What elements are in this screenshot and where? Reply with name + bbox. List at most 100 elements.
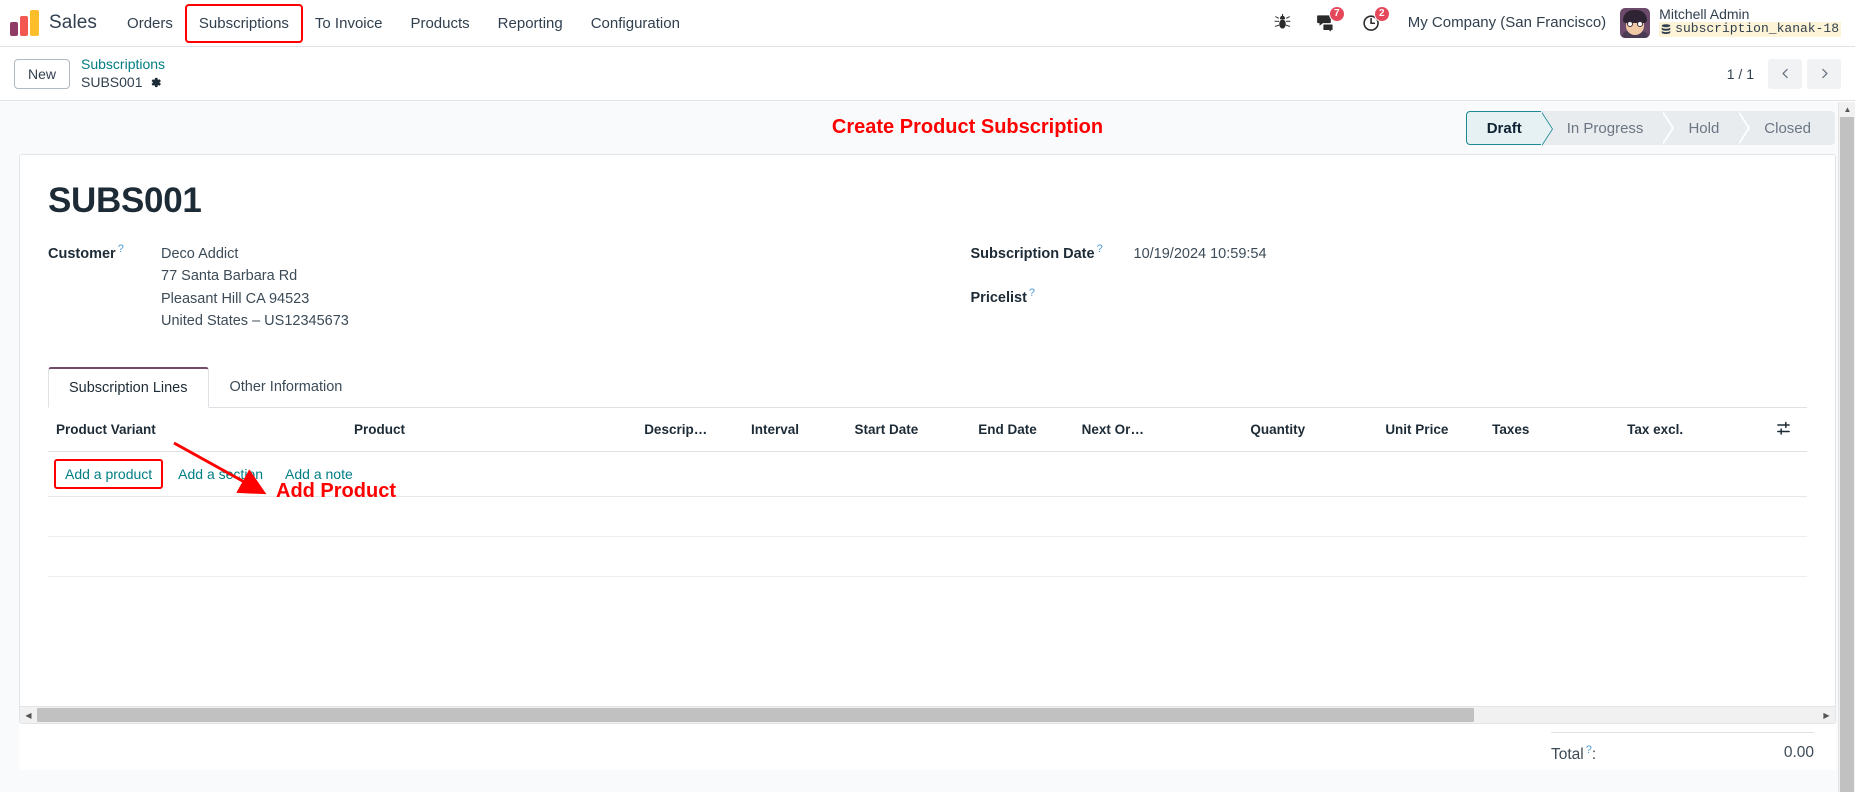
- status-stage-closed[interactable]: Closed: [1738, 111, 1835, 145]
- column-taxes[interactable]: Taxes: [1484, 407, 1620, 452]
- breadcrumb-current: SUBS001: [81, 73, 143, 90]
- vertical-scrollbar[interactable]: ▲: [1838, 102, 1855, 792]
- sales-bars-logo[interactable]: [10, 10, 40, 36]
- navbar-right: 7 2 My Company (San Francisco) Mitchell …: [1261, 6, 1841, 40]
- pager-label: 1 / 1: [1726, 65, 1754, 82]
- chevron-left-icon: [1781, 68, 1788, 79]
- total-value: 0.00: [1783, 744, 1814, 761]
- customer-address-line-1: 77 Santa Barbara Rd: [161, 268, 298, 285]
- total-label: Total?:: [1551, 744, 1597, 764]
- messages-icon[interactable]: 7: [1304, 6, 1349, 33]
- customer-address-line-2: Pleasant Hill CA 94523: [161, 290, 310, 307]
- form-columns: Customer? Deco Addict 77 Santa Barbara R…: [48, 243, 1807, 345]
- tooltip-icon[interactable]: ?: [1029, 287, 1035, 299]
- status-stage-in-progress[interactable]: In Progress: [1540, 111, 1675, 145]
- column-product[interactable]: Product: [346, 407, 637, 452]
- top-navbar: Sales Orders Subscriptions To Invoice Pr…: [0, 0, 1855, 47]
- column-settings-icon: [1776, 421, 1790, 435]
- notebook-tabs: Subscription Lines Other Information: [48, 366, 1807, 408]
- form-view-container: Create Product Subscription Draft In Pro…: [0, 102, 1855, 792]
- lines-table: Product Variant Product Descrip… Interva…: [48, 407, 1807, 617]
- total-row: Total?: 0.00: [1551, 733, 1814, 770]
- menu-item-subscriptions[interactable]: Subscriptions: [184, 3, 303, 43]
- user-name: Mitchell Admin: [1659, 5, 1750, 22]
- column-start-date[interactable]: Start Date: [846, 407, 971, 452]
- company-switcher[interactable]: My Company (San Francisco): [1394, 14, 1620, 31]
- field-subscription-date-value[interactable]: 10/19/2024 10:59:54: [1134, 243, 1267, 265]
- horizontal-scrollbar[interactable]: ◀ ▶: [20, 706, 1835, 723]
- column-tax-excluded[interactable]: Tax excl.: [1619, 407, 1760, 452]
- field-subscription-date-label: Subscription Date?: [970, 243, 1103, 262]
- column-end-date[interactable]: End Date: [970, 407, 1074, 452]
- avatar: [1620, 7, 1651, 38]
- tab-subscription-lines[interactable]: Subscription Lines: [48, 366, 209, 408]
- messages-badge: 7: [1328, 6, 1345, 23]
- column-description[interactable]: Descrip…: [636, 407, 744, 452]
- database-label: subscription_kanak-18: [1675, 20, 1839, 36]
- field-customer-value[interactable]: Deco Addict 77 Santa Barbara Rd Pleasant…: [161, 243, 349, 333]
- database-name: subscription_kanak-18: [1659, 20, 1841, 37]
- field-pricelist-label: Pricelist?: [970, 287, 1036, 307]
- scroll-right-arrow[interactable]: ▶: [1818, 706, 1835, 723]
- gear-icon[interactable]: [149, 76, 162, 89]
- tab-other-information[interactable]: Other Information: [209, 367, 364, 408]
- vertical-scroll-thumb[interactable]: [1840, 117, 1854, 792]
- field-customer-label: Customer?: [48, 243, 124, 262]
- user-menu[interactable]: Mitchell Admin subscription_kanak-18: [1620, 6, 1841, 40]
- bug-icon[interactable]: [1261, 14, 1304, 31]
- pager: 1 / 1: [1726, 58, 1841, 89]
- pager-next-button[interactable]: [1807, 58, 1841, 89]
- lines-table-header-row: Product Variant Product Descrip… Interva…: [48, 407, 1807, 452]
- page-title: SUBS001: [48, 181, 202, 220]
- horizontal-scroll-track[interactable]: [37, 706, 1818, 723]
- column-quantity[interactable]: Quantity: [1242, 407, 1378, 452]
- tooltip-icon[interactable]: ?: [118, 243, 124, 255]
- menu-item-reporting[interactable]: Reporting: [484, 9, 577, 38]
- app-name[interactable]: Sales: [49, 12, 97, 34]
- form-sheet: SUBS001 Customer? Deco Addict 77 Santa B…: [19, 154, 1836, 724]
- subscription-lines-list: Product Variant Product Descrip… Interva…: [48, 407, 1807, 617]
- chevron-right-icon: [1821, 68, 1828, 79]
- control-panel: New Subscriptions SUBS001 1 / 1: [0, 47, 1855, 101]
- statusbar-row: Create Product Subscription Draft In Pro…: [0, 102, 1855, 154]
- scroll-left-arrow[interactable]: ◀: [20, 706, 37, 723]
- customer-name: Deco Addict: [161, 246, 239, 262]
- menu-item-configuration[interactable]: Configuration: [577, 9, 694, 38]
- annotation-add-product: Add Product: [276, 479, 396, 502]
- add-a-section-link[interactable]: Add a section: [167, 466, 274, 482]
- scroll-up-arrow[interactable]: ▲: [1839, 102, 1855, 117]
- breadcrumb-parent[interactable]: Subscriptions: [81, 56, 165, 74]
- status-bar: Draft In Progress Hold Closed: [1465, 111, 1835, 146]
- totals-section: Total?: 0.00: [19, 724, 1836, 771]
- form-column-left: Customer? Deco Addict 77 Santa Barbara R…: [48, 243, 928, 345]
- database-icon: [1661, 24, 1671, 34]
- column-unit-price[interactable]: Unit Price: [1377, 407, 1485, 452]
- customer-address-line-3: United States – US12345673: [161, 313, 349, 330]
- menu-item-products[interactable]: Products: [396, 9, 483, 38]
- field-subscription-date: Subscription Date? 10/19/2024 10:59:54: [971, 243, 1808, 265]
- column-interval[interactable]: Interval: [743, 407, 847, 452]
- table-row: [48, 536, 1807, 577]
- field-customer: Customer? Deco Addict 77 Santa Barbara R…: [48, 243, 928, 333]
- totals-box: Total?: 0.00: [1551, 732, 1836, 770]
- breadcrumb: Subscriptions SUBS001: [81, 56, 165, 91]
- table-row: [48, 576, 1807, 616]
- column-next-order[interactable]: Next Or…: [1073, 407, 1243, 452]
- tooltip-icon[interactable]: ?: [1097, 243, 1103, 255]
- column-product-variant[interactable]: Product Variant: [48, 407, 347, 452]
- activities-badge: 2: [1373, 6, 1390, 23]
- main-menu: Orders Subscriptions To Invoice Products…: [113, 0, 694, 46]
- new-button[interactable]: New: [14, 58, 71, 89]
- breadcrumb-current-wrap: SUBS001: [81, 74, 165, 92]
- horizontal-scroll-thumb[interactable]: [37, 707, 1474, 722]
- optional-columns-toggle[interactable]: [1759, 407, 1807, 452]
- add-a-product-link[interactable]: Add a product: [53, 458, 164, 489]
- activities-clock-icon[interactable]: 2: [1349, 6, 1394, 32]
- menu-item-orders[interactable]: Orders: [113, 9, 187, 38]
- form-column-right: Subscription Date? 10/19/2024 10:59:54 P…: [928, 243, 1808, 345]
- pager-previous-button[interactable]: [1768, 58, 1802, 89]
- status-stage-draft[interactable]: Draft: [1465, 111, 1553, 146]
- field-pricelist: Pricelist?: [971, 287, 1808, 306]
- notebook: Subscription Lines Other Information Pro…: [48, 366, 1807, 617]
- menu-item-to-invoice[interactable]: To Invoice: [301, 9, 397, 38]
